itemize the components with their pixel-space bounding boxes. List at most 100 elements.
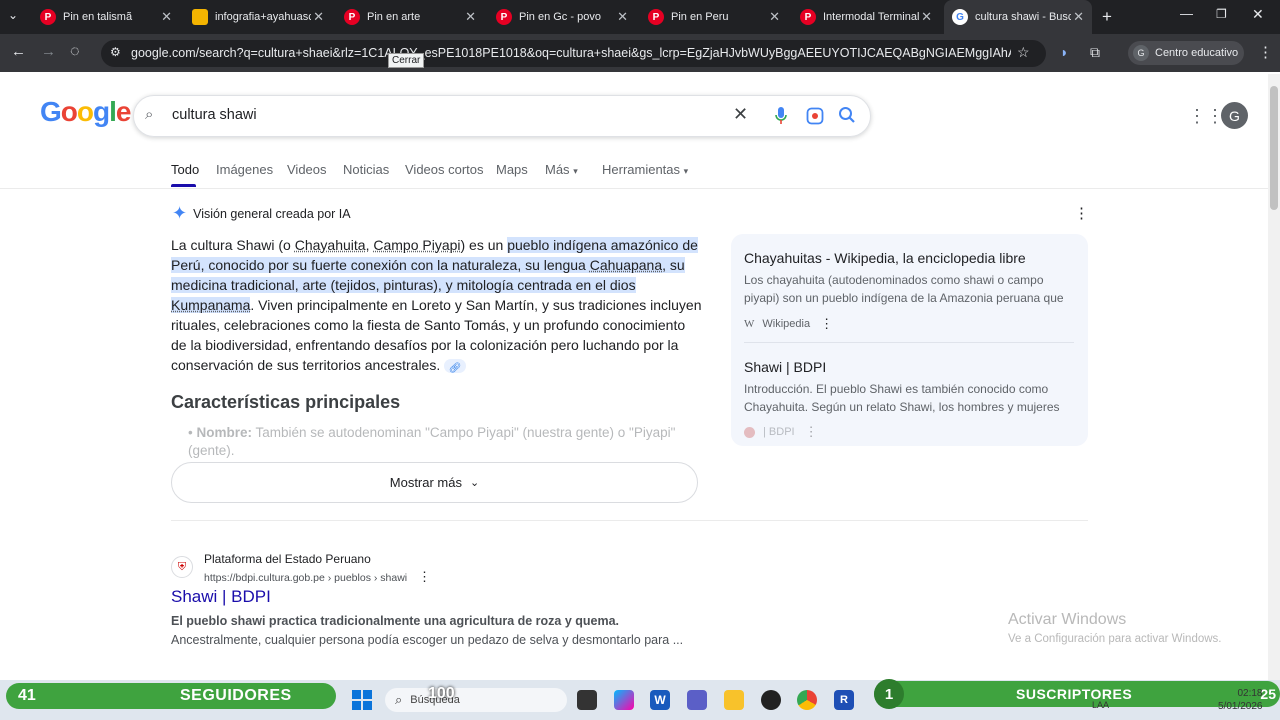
subscribers-label: SUSCRIPTORES	[1016, 686, 1133, 702]
ai-link-chayahuita[interactable]: Chayahuita	[295, 237, 366, 253]
lens-icon[interactable]	[806, 107, 824, 125]
tools-button[interactable]: Herramientas ▾	[602, 162, 688, 177]
tab-5[interactable]: P Pin en Peru ✕	[640, 0, 788, 34]
word-icon[interactable]: W	[650, 690, 670, 710]
google-icon: G	[952, 9, 968, 25]
app-icon[interactable]	[761, 690, 781, 710]
scrollbar-thumb[interactable]	[1270, 86, 1278, 210]
tab-short-videos[interactable]: Videos cortos	[405, 162, 484, 177]
tab-1[interactable]: P Pin en talismã ✕	[32, 0, 180, 34]
pinterest-icon: P	[40, 9, 56, 25]
bullet-label: Nombre:	[196, 425, 252, 440]
tab-7-active[interactable]: G cultura shawi - Busca ✕	[944, 0, 1092, 34]
profile-label: Centro educativo	[1155, 47, 1239, 59]
tab-more[interactable]: Más ▾	[545, 162, 578, 177]
chrome-icon[interactable]	[797, 690, 817, 710]
show-more-button[interactable]: Mostrar más ⌄	[171, 462, 698, 503]
close-icon[interactable]: ✕	[161, 9, 172, 25]
tab-search-icon[interactable]: ⌄	[8, 8, 18, 22]
ai-overview-header: ✦ Visión general creada por IA	[172, 203, 351, 224]
sparkle-icon: ✦	[172, 203, 188, 223]
tab-videos[interactable]: Videos	[287, 162, 327, 177]
close-icon[interactable]: ✕	[617, 9, 628, 25]
tab-all[interactable]: Todo	[171, 162, 199, 177]
google-logo[interactable]: Google	[40, 96, 131, 128]
close-icon[interactable]: ✕	[769, 9, 780, 25]
result-options-icon[interactable]: ⋮	[418, 569, 431, 584]
more-menu-icon[interactable]: ⋮	[1258, 43, 1273, 61]
tab-title: cultura shawi - Busca	[975, 11, 1071, 23]
source-divider	[744, 342, 1074, 343]
restore-icon[interactable]: ❐	[1216, 7, 1227, 21]
search-input[interactable]: cultura shawi	[172, 107, 257, 123]
close-icon[interactable]: ✕	[313, 9, 324, 25]
clock-time: 02:18	[1237, 688, 1263, 699]
taskbar-search[interactable]: ⌕ Búsqueda	[385, 688, 567, 712]
link-icon[interactable]: 🔗︎	[444, 359, 467, 374]
new-tab-icon[interactable]: +	[1102, 7, 1112, 27]
bookmark-star-icon[interactable]: ☆	[1017, 44, 1030, 61]
read-aloud-icon[interactable]: ◗	[1060, 44, 1068, 60]
profile-button[interactable]: G Centro educativo	[1128, 41, 1244, 65]
source-snippet: Introducción. El pueblo Shawi es también…	[744, 382, 1060, 414]
source-title[interactable]: Shawi | BDPI	[744, 359, 826, 375]
list-item: • Nombre: También se autodenominan "Camp…	[188, 425, 676, 458]
ai-overview-options-icon[interactable]: ⋮	[1074, 204, 1089, 222]
file-explorer-icon[interactable]	[724, 690, 744, 710]
result-title-link[interactable]: Shawi | BDPI	[171, 587, 271, 607]
source-options-icon[interactable]: ⋮	[820, 316, 833, 332]
tab-title: Pin en talismã	[63, 11, 133, 23]
windows-start-icon[interactable]	[352, 690, 372, 710]
ai-link-campo-piyapi[interactable]: Campo Piyapi	[373, 237, 460, 253]
result-site-name[interactable]: Plataforma del Estado Peruano	[204, 552, 371, 566]
source-title[interactable]: Chayahuitas - Wikipedia, la enciclopedia…	[744, 250, 1026, 266]
result-url-text: https://bdpi.cultura.gob.pe › pueblos › …	[204, 572, 408, 584]
pinterest-icon: P	[648, 9, 664, 25]
tab-news[interactable]: Noticias	[343, 162, 389, 177]
ai-link-kumpanama[interactable]: Kumpanama	[171, 297, 251, 313]
activation-watermark-text: Ve a Configuración para activar Windows.	[1008, 633, 1222, 645]
result-snippet-rest: Ancestralmente, cualquier persona podía …	[171, 633, 684, 647]
source-site: W Wikipedia ⋮	[744, 316, 833, 332]
teams-icon[interactable]	[687, 690, 707, 710]
clear-search-icon[interactable]: ✕	[733, 104, 748, 125]
ai-text-segment: . Viven principalmente en Loreto y San M…	[171, 297, 702, 373]
source-options-icon[interactable]: ⋮	[805, 424, 818, 440]
url-text[interactable]: google.com/search?q=cultura+shaei&rlz=1C…	[131, 46, 1011, 60]
extensions-icon[interactable]: ⧉	[1090, 44, 1100, 61]
app-r-icon[interactable]: R	[834, 690, 854, 710]
close-icon[interactable]: ✕	[1073, 9, 1084, 25]
ai-sources-panel: Chayahuitas - Wikipedia, la enciclopedia…	[731, 234, 1088, 446]
tab-title: infografia+ayahuasca	[215, 11, 311, 23]
tab-6[interactable]: P Intermodal Terminal ✕	[792, 0, 940, 34]
close-icon[interactable]: ✕	[921, 9, 932, 25]
tab-2[interactable]: infografia+ayahuasca ✕	[184, 0, 332, 34]
back-icon[interactable]: ←	[11, 43, 26, 60]
ai-link-cahuapana[interactable]: Cahuapana	[589, 257, 663, 273]
overlay-counter: 100	[428, 685, 455, 702]
close-icon[interactable]: ✕	[465, 9, 476, 25]
tab-maps[interactable]: Maps	[496, 162, 528, 177]
tab-4[interactable]: P Pin en Gc - povo bra ✕	[488, 0, 636, 34]
window-close-icon[interactable]: ✕	[1252, 6, 1264, 23]
profile-avatar: G	[1133, 45, 1149, 61]
minimize-icon[interactable]: —	[1180, 6, 1193, 21]
tab-images[interactable]: Imágenes	[216, 162, 273, 177]
account-avatar[interactable]: G	[1221, 102, 1248, 129]
forward-icon[interactable]: →	[41, 43, 56, 60]
task-view-icon[interactable]	[577, 690, 597, 710]
voice-search-icon[interactable]	[774, 106, 788, 126]
search-submit-icon[interactable]	[838, 106, 856, 124]
site-info-icon[interactable]: ⚙	[110, 45, 121, 59]
language-indicator[interactable]: LAA	[1092, 700, 1109, 710]
copilot-icon[interactable]	[614, 690, 634, 710]
system-clock[interactable]: 02:18 5/01/2026	[1218, 687, 1263, 713]
loading-stop-icon[interactable]: ◌	[70, 43, 80, 61]
section-heading: Características principales	[171, 392, 401, 412]
section-divider	[171, 520, 1088, 521]
result-url[interactable]: https://bdpi.cultura.gob.pe › pueblos › …	[204, 569, 431, 585]
ai-text-segment: ) es un	[460, 237, 508, 253]
tab-3[interactable]: P Pin en arte ✕	[336, 0, 484, 34]
tab-title: Pin en Peru	[671, 11, 729, 23]
search-icon: ⌕	[145, 106, 154, 123]
